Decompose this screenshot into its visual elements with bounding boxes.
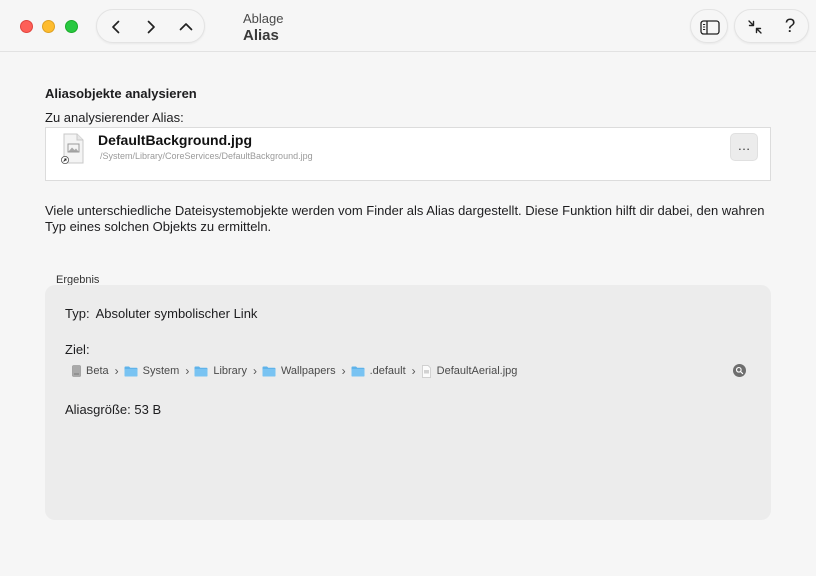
back-button[interactable] [99, 10, 133, 44]
window-actions-group: ? [734, 9, 809, 43]
folder-icon [351, 366, 365, 376]
path-item-label: .default [369, 365, 406, 377]
back-icon [112, 20, 120, 34]
sidebar-icon [700, 19, 720, 35]
section-title: Aliasobjekte analysieren [45, 86, 197, 101]
path-item-default[interactable]: .default [351, 365, 406, 377]
chevron-right-icon: › [252, 364, 257, 378]
maximize-window-button[interactable] [65, 20, 78, 33]
reveal-in-finder-button[interactable] [733, 364, 746, 377]
target-path-bar: Beta › System › Library › Wallpapers › .… [72, 364, 517, 378]
path-item-library[interactable]: Library [194, 365, 247, 377]
help-button[interactable]: ? [773, 10, 807, 44]
title-bar: Ablage Alias ? [0, 0, 816, 52]
size-label: Aliasgröße: [65, 402, 131, 417]
folder-icon [124, 366, 138, 376]
alias-file-name: DefaultBackground.jpg [98, 132, 253, 148]
path-item-defaultaerial[interactable]: DefaultAerial.jpg [421, 364, 518, 378]
path-item-system[interactable]: System [124, 365, 180, 377]
path-item-wallpapers[interactable]: Wallpapers [262, 365, 336, 377]
path-item-label: DefaultAerial.jpg [436, 365, 518, 377]
minimize-window-button[interactable] [42, 20, 55, 33]
result-panel: Typ: Absoluter symbolischer Link Ziel: Be… [45, 285, 771, 520]
collapse-icon [748, 20, 762, 34]
breadcrumb-parent: Ablage [243, 11, 284, 26]
size-unit: B [152, 402, 162, 417]
help-icon: ? [784, 16, 796, 37]
type-label: Typ: [65, 306, 90, 321]
path-item-label: System [142, 365, 180, 377]
type-row: Typ: Absoluter symbolischer Link [65, 306, 257, 321]
chevron-right-icon: › [185, 364, 190, 378]
up-button[interactable] [169, 10, 203, 44]
target-label: Ziel: [65, 342, 90, 357]
choose-file-button[interactable]: … [730, 133, 758, 161]
forward-button[interactable] [134, 10, 168, 44]
path-item-label: Library [213, 365, 247, 377]
disk-icon [72, 365, 81, 377]
chevron-right-icon: › [341, 364, 346, 378]
magnifier-icon [735, 366, 744, 375]
chevron-right-icon: › [114, 364, 119, 378]
forward-icon [147, 20, 155, 34]
alias-size-row: Aliasgröße: 53 B [65, 402, 161, 417]
page-title: Alias [243, 27, 279, 44]
toggle-sidebar-button[interactable] [690, 9, 728, 43]
type-value: Absoluter symbolischer Link [95, 306, 258, 321]
navigation-group [96, 9, 205, 43]
close-window-button[interactable] [20, 20, 33, 33]
collapse-button[interactable] [737, 10, 773, 44]
image-file-icon [61, 133, 84, 164]
up-icon [179, 23, 193, 31]
path-item-beta[interactable]: Beta [72, 365, 109, 377]
chevron-right-icon: › [411, 364, 416, 378]
size-value: 53 [134, 402, 149, 417]
folder-icon [194, 366, 208, 376]
alias-drop-field[interactable]: DefaultBackground.jpg /System/Library/Co… [45, 127, 771, 181]
file-icon [421, 364, 431, 378]
path-item-label: Wallpapers [280, 365, 336, 377]
alias-field-label: Zu analysierender Alias: [45, 110, 184, 125]
path-item-label: Beta [86, 365, 109, 377]
folder-icon [262, 366, 276, 376]
alias-file-path: /System/Library/CoreServices/DefaultBack… [100, 151, 313, 161]
description-text: Viele unterschiedliche Dateisystemobjekt… [45, 203, 765, 234]
